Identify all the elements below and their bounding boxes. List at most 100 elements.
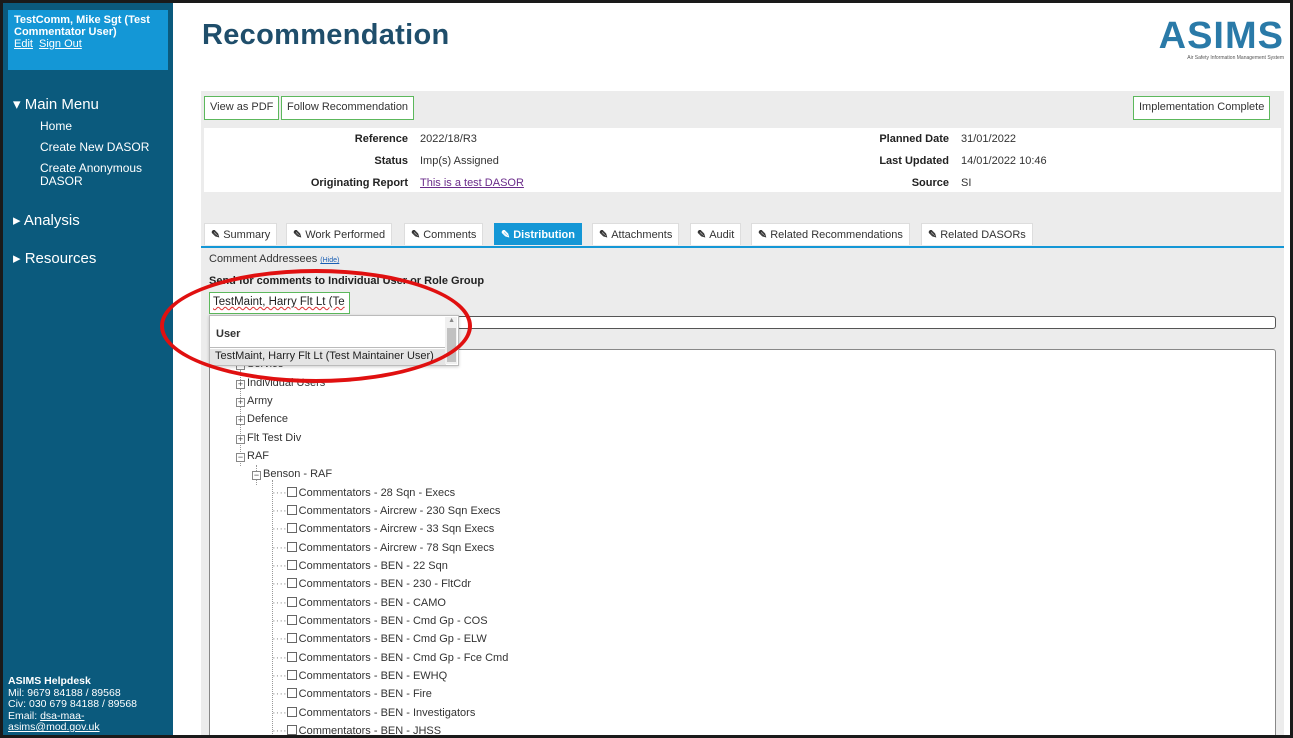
sidebar-item-create-anonymous-dasor[interactable]: Create Anonymous DASOR xyxy=(40,162,160,188)
view-as-pdf-button[interactable]: View as PDF xyxy=(204,96,280,120)
sidebar-item-create-new-dasor[interactable]: Create New DASOR xyxy=(40,141,149,154)
tab-audit[interactable]: ✎ Audit xyxy=(690,223,742,245)
recipient-search-input[interactable]: TestMaint, Harry Flt Lt (Te xyxy=(209,292,350,314)
checkbox[interactable] xyxy=(286,487,297,497)
tree-leaf[interactable]: ···· Commentators - BEN - 22 Sqn xyxy=(272,560,448,572)
edit-icon: ✎ xyxy=(293,229,303,241)
tree-node-defence[interactable]: + Defence xyxy=(236,413,288,425)
tree-leaf[interactable]: ···· Commentators - Aircrew - 78 Sqn Exec… xyxy=(272,542,494,554)
tab-label: Related Recommendations xyxy=(770,229,903,241)
dropdown-divider xyxy=(210,347,446,348)
tab-summary[interactable]: ✎ Summary xyxy=(204,223,278,245)
edit-link[interactable]: Edit xyxy=(14,38,33,50)
sidebar-item-home[interactable]: Home xyxy=(40,120,72,133)
tab-label: Work Performed xyxy=(305,229,386,241)
last-updated-value: 14/01/2022 10:46 xyxy=(961,155,1047,167)
originating-report-label: Originating Report xyxy=(310,177,408,189)
dropdown-scroll-thumb[interactable] xyxy=(447,328,456,362)
tree-leaf[interactable]: ···· Commentators - BEN - JHSS xyxy=(272,725,441,735)
tree-leaf[interactable]: ···· Commentators - BEN - Investigators xyxy=(272,707,475,719)
tab-comments[interactable]: ✎ Comments xyxy=(404,223,484,245)
tree-leaf[interactable]: ···· Commentators - BEN - Cmd Gp - ELW xyxy=(272,633,487,645)
edit-icon: ✎ xyxy=(697,229,707,241)
tab-distribution[interactable]: ✎ Distribution xyxy=(494,223,582,245)
dropdown-option[interactable]: TestMaint, Harry Flt Lt (Test Maintainer… xyxy=(210,349,446,365)
tab-work-performed[interactable]: ✎ Work Performed xyxy=(286,223,393,245)
tree-node-raf[interactable]: − RAF xyxy=(236,450,269,462)
checkbox[interactable] xyxy=(286,707,297,717)
tree-leaf[interactable]: ···· Commentators - BEN - 230 - FltCdr xyxy=(272,578,471,590)
tree-leaf[interactable]: ···· Commentators - BEN - EWHQ xyxy=(272,670,447,682)
checkbox[interactable] xyxy=(286,725,297,735)
send-for-comments-label: Send for comments to Individual User or … xyxy=(209,275,485,287)
tree-node-army[interactable]: + Army xyxy=(236,395,273,407)
tree-leaf[interactable]: ···· Commentators - Aircrew - 33 Sqn Exec… xyxy=(272,523,494,535)
checkbox[interactable] xyxy=(286,542,297,552)
tab-attachments[interactable]: ✎ Attachments xyxy=(592,223,680,245)
checkbox[interactable] xyxy=(286,597,297,607)
checkbox[interactable] xyxy=(286,578,297,588)
reference-value: 2022/18/R3 xyxy=(420,133,477,145)
expand-icon[interactable]: + xyxy=(236,398,245,407)
tab-label: Distribution xyxy=(513,229,575,241)
originating-report-link[interactable]: This is a test DASOR xyxy=(420,177,524,189)
checkbox[interactable] xyxy=(286,505,297,515)
helpdesk-info: ASIMS Helpdesk Mil: 9679 84188 / 89568 C… xyxy=(8,675,168,734)
resources-menu-toggle[interactable]: ▸ Resources xyxy=(13,249,96,267)
sign-out-link[interactable]: Sign Out xyxy=(39,38,82,50)
tab-related-recommendations[interactable]: ✎ Related Recommendations xyxy=(751,223,910,245)
expand-icon[interactable]: + xyxy=(236,380,245,389)
analysis-menu-toggle[interactable]: ▸ Analysis xyxy=(13,211,80,229)
recipient-list-field[interactable] xyxy=(457,316,1276,329)
edit-icon: ✎ xyxy=(501,229,511,241)
helpdesk-email-link-cont[interactable]: asims@mod.gov.uk xyxy=(8,721,100,733)
collapse-icon[interactable]: − xyxy=(252,471,261,480)
user-name: TestComm, Mike Sgt (Test Commentator Use… xyxy=(14,14,150,38)
tree-leaf[interactable]: ···· Commentators - BEN - Cmd Gp - Fce Cm… xyxy=(272,652,508,664)
app-window: TestComm, Mike Sgt (Test Commentator Use… xyxy=(0,0,1293,738)
checkbox[interactable] xyxy=(286,633,297,643)
tab-label: Comments xyxy=(423,229,477,241)
helpdesk-email-link[interactable]: dsa-maa- xyxy=(40,710,84,722)
checkbox[interactable] xyxy=(286,615,297,625)
main-menu-toggle[interactable]: ▾ Main Menu xyxy=(13,95,99,113)
comment-addressees-label: Comment Addressees (Hide) xyxy=(209,253,339,265)
edit-icon: ✎ xyxy=(599,229,609,241)
source-label: Source xyxy=(911,177,949,189)
collapse-icon[interactable]: − xyxy=(236,453,245,462)
status-label: Status xyxy=(374,155,408,167)
checkbox[interactable] xyxy=(286,688,297,698)
reference-label: Reference xyxy=(354,133,408,145)
page-title: Recommendation xyxy=(202,19,450,51)
tree-leaf[interactable]: ···· Commentators - 28 Sqn - Execs xyxy=(272,487,455,499)
status-value: Imp(s) Assigned xyxy=(420,155,499,167)
hide-link[interactable]: (Hide) xyxy=(320,257,339,264)
tab-label: Summary xyxy=(223,229,271,241)
checkbox[interactable] xyxy=(286,652,297,662)
tab-label: Related DASORs xyxy=(940,229,1026,241)
expand-icon[interactable]: + xyxy=(236,435,245,444)
expand-icon[interactable]: + xyxy=(236,416,245,425)
tree-node-flt-test-div[interactable]: + Flt Test Div xyxy=(236,432,301,444)
helpdesk-email-label: Email: xyxy=(8,709,41,722)
scroll-up-icon[interactable]: ▲ xyxy=(448,317,455,324)
sidebar: TestComm, Mike Sgt (Test Commentator Use… xyxy=(3,3,173,735)
asims-logo: ASIMS Air Safety Information Management … xyxy=(1154,17,1284,61)
edit-icon: ✎ xyxy=(928,229,938,241)
tab-related-dasors[interactable]: ✎ Related DASORs xyxy=(921,223,1033,245)
tree-node-benson[interactable]: − Benson - RAF xyxy=(252,468,332,480)
last-updated-label: Last Updated xyxy=(879,155,949,167)
implementation-complete-button[interactable]: Implementation Complete xyxy=(1133,96,1271,120)
planned-date-value: 31/01/2022 xyxy=(961,133,1017,145)
tree-leaf[interactable]: ···· Commentators - BEN - Cmd Gp - COS xyxy=(272,615,488,627)
checkbox[interactable] xyxy=(286,670,297,680)
tree-leaf[interactable]: ···· Commentators - BEN - Fire xyxy=(272,688,432,700)
checkbox[interactable] xyxy=(286,560,297,570)
tab-label: Attachments xyxy=(611,229,673,241)
tree-leaf[interactable]: ···· Commentators - Aircrew - 230 Sqn Exe… xyxy=(272,505,500,517)
tab-label: Audit xyxy=(709,229,735,241)
tree-leaf[interactable]: ···· Commentators - BEN - CAMO xyxy=(272,597,446,609)
checkbox[interactable] xyxy=(286,523,297,533)
follow-recommendation-button[interactable]: Follow Recommendation xyxy=(281,96,415,120)
tree-node-individual-users[interactable]: + Individual Users xyxy=(236,377,325,389)
